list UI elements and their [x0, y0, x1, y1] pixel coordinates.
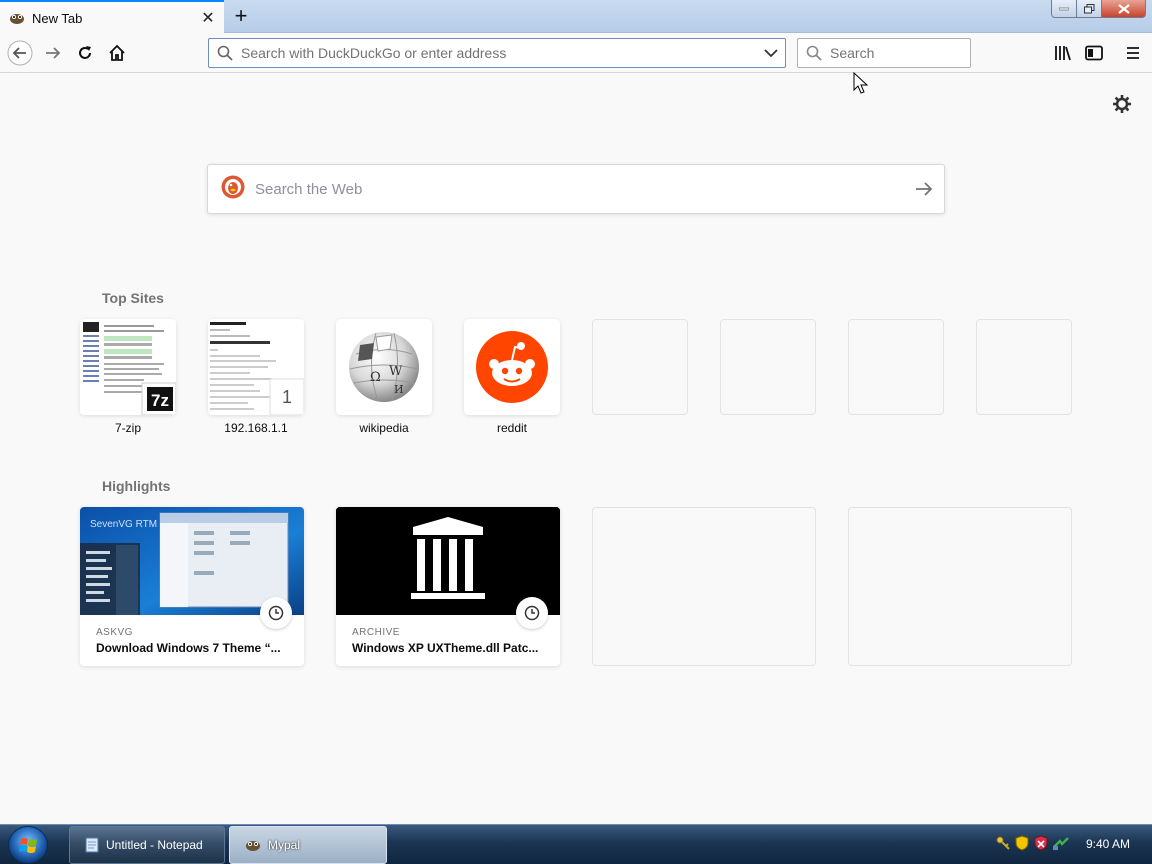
- top-site-tile: 1: [208, 319, 304, 415]
- top-site-empty: [592, 319, 688, 415]
- taskbar-clock[interactable]: 9:40 AM: [1086, 837, 1130, 851]
- tab-title: New Tab: [32, 10, 83, 26]
- close-icon: [1117, 3, 1130, 14]
- svg-text:W: W: [389, 364, 403, 379]
- top-site-label: wikipedia: [359, 421, 409, 435]
- minimize-icon: [1059, 7, 1069, 10]
- new-tab-button[interactable]: +: [230, 5, 252, 27]
- highlight-card-empty: [848, 507, 1072, 666]
- sidebar-button[interactable]: [1080, 39, 1108, 67]
- top-site-router[interactable]: 1 192.168.1.1: [208, 319, 304, 435]
- empty-tile: [592, 319, 688, 415]
- top-site-tile: Ω W И: [336, 319, 432, 415]
- top-site-empty: [976, 319, 1072, 415]
- highlight-thumbnail: [336, 507, 560, 629]
- duckduckgo-logo-icon: [221, 175, 245, 204]
- search-bar[interactable]: Search: [797, 38, 971, 68]
- taskbar-button-label: Untitled - Notepad: [106, 838, 203, 852]
- top-site-tile: 7z: [80, 319, 176, 415]
- clock-icon: [260, 597, 292, 629]
- svg-text:И: И: [394, 383, 404, 396]
- top-site-empty: [848, 319, 944, 415]
- highlight-card-archive[interactable]: ARCHIVE Windows XP UXTheme.dll Patc...: [336, 507, 560, 666]
- highlight-source: ARCHIVE: [352, 627, 400, 638]
- empty-tile: [720, 319, 816, 415]
- forward-arrow-icon: [46, 47, 61, 59]
- close-window-button[interactable]: [1102, 0, 1146, 18]
- mypal-icon: [246, 841, 260, 851]
- shield-tray-icon[interactable]: [1014, 835, 1030, 856]
- top-site-wikipedia[interactable]: Ω W И wikipedia: [336, 319, 432, 435]
- highlight-card-empty: [592, 507, 816, 666]
- top-sites-heading: Top Sites: [102, 290, 164, 306]
- taskbar-mypal-button[interactable]: Mypal: [229, 826, 387, 864]
- reddit-logo-icon: [476, 331, 548, 403]
- web-search-input[interactable]: Search the Web: [255, 181, 904, 198]
- top-site-reddit[interactable]: reddit: [464, 319, 560, 435]
- network-tray-icon[interactable]: [1052, 835, 1070, 856]
- library-button[interactable]: [1049, 39, 1077, 67]
- reload-icon: [79, 46, 91, 59]
- highlight-card-askvg[interactable]: SevenVG RTM ASKVG Download Windows 7 The…: [80, 507, 304, 666]
- top-site-label: 7-zip: [114, 421, 141, 435]
- clock-icon: [516, 597, 548, 629]
- home-icon: [109, 44, 125, 61]
- minimize-button[interactable]: [1051, 0, 1077, 18]
- window-controls: [1051, 0, 1146, 18]
- restore-icon: [1083, 3, 1094, 13]
- tab-strip: New Tab ✕ +: [0, 0, 1152, 34]
- wikipedia-globe-icon: Ω W И: [349, 332, 419, 402]
- top-site-empty: [720, 319, 816, 415]
- keys-tray-icon[interactable]: [995, 835, 1011, 856]
- sidebar-icon: [1085, 45, 1103, 61]
- navigation-toolbar: Search with DuckDuckGo or enter address …: [0, 33, 1152, 73]
- search-icon: [217, 45, 233, 61]
- top-site-badge: 1: [281, 386, 292, 407]
- top-site-label: 192.168.1.1: [224, 421, 288, 435]
- highlight-thumbnail: SevenVG RTM: [80, 507, 304, 629]
- mypal-favicon-icon: [8, 10, 26, 26]
- taskbar-button-label: Mypal: [268, 838, 301, 852]
- customize-gear-icon[interactable]: [1112, 94, 1132, 114]
- top-site-tile: [464, 319, 560, 415]
- svg-text:Ω: Ω: [370, 370, 381, 385]
- empty-tile: [976, 319, 1072, 415]
- chevron-down-icon[interactable]: [757, 39, 785, 67]
- restore-button[interactable]: [1077, 0, 1102, 18]
- mouse-cursor-icon: [853, 71, 869, 96]
- 7zip-screenshot-thumbnail: 7z: [80, 319, 176, 415]
- address-bar[interactable]: Search with DuckDuckGo or enter address: [208, 38, 786, 68]
- search-icon: [806, 45, 822, 61]
- top-site-7zip[interactable]: 7z 7-zip: [80, 319, 176, 435]
- highlight-title: Windows XP UXTheme.dll Patc...: [352, 641, 539, 655]
- svg-text:7z: 7z: [151, 391, 169, 410]
- hamburger-menu-icon: [1127, 47, 1139, 59]
- home-button[interactable]: [103, 39, 131, 67]
- search-submit-arrow-icon[interactable]: [904, 169, 944, 209]
- taskbar-notepad-button[interactable]: Untitled - Notepad: [69, 826, 225, 864]
- tab-new-tab[interactable]: New Tab ✕: [0, 0, 224, 34]
- search-input[interactable]: Search: [830, 45, 874, 61]
- start-button[interactable]: [8, 826, 48, 864]
- notepad-icon: [85, 837, 99, 853]
- reload-button[interactable]: [71, 39, 99, 67]
- menu-button[interactable]: [1119, 39, 1147, 67]
- back-arrow-icon: [7, 40, 33, 66]
- highlight-image-caption: SevenVG RTM: [90, 519, 158, 530]
- address-input[interactable]: Search with DuckDuckGo or enter address: [241, 45, 757, 61]
- top-site-label: reddit: [496, 421, 528, 435]
- web-search-box[interactable]: Search the Web: [207, 164, 945, 214]
- windows-taskbar: Untitled - Notepad Mypal 9:40 AM: [0, 824, 1152, 864]
- system-tray: [995, 835, 1070, 856]
- close-tab-icon[interactable]: ✕: [200, 10, 216, 27]
- highlight-title: Download Windows 7 Theme “...: [96, 641, 281, 655]
- forward-button[interactable]: [39, 39, 67, 67]
- empty-tile: [848, 319, 944, 415]
- back-button[interactable]: [6, 39, 34, 67]
- windows-logo-icon: [19, 838, 37, 853]
- highlight-source: ASKVG: [96, 627, 133, 638]
- security-tray-icon[interactable]: [1033, 835, 1049, 856]
- library-icon: [1055, 46, 1071, 61]
- highlights-heading: Highlights: [102, 478, 171, 494]
